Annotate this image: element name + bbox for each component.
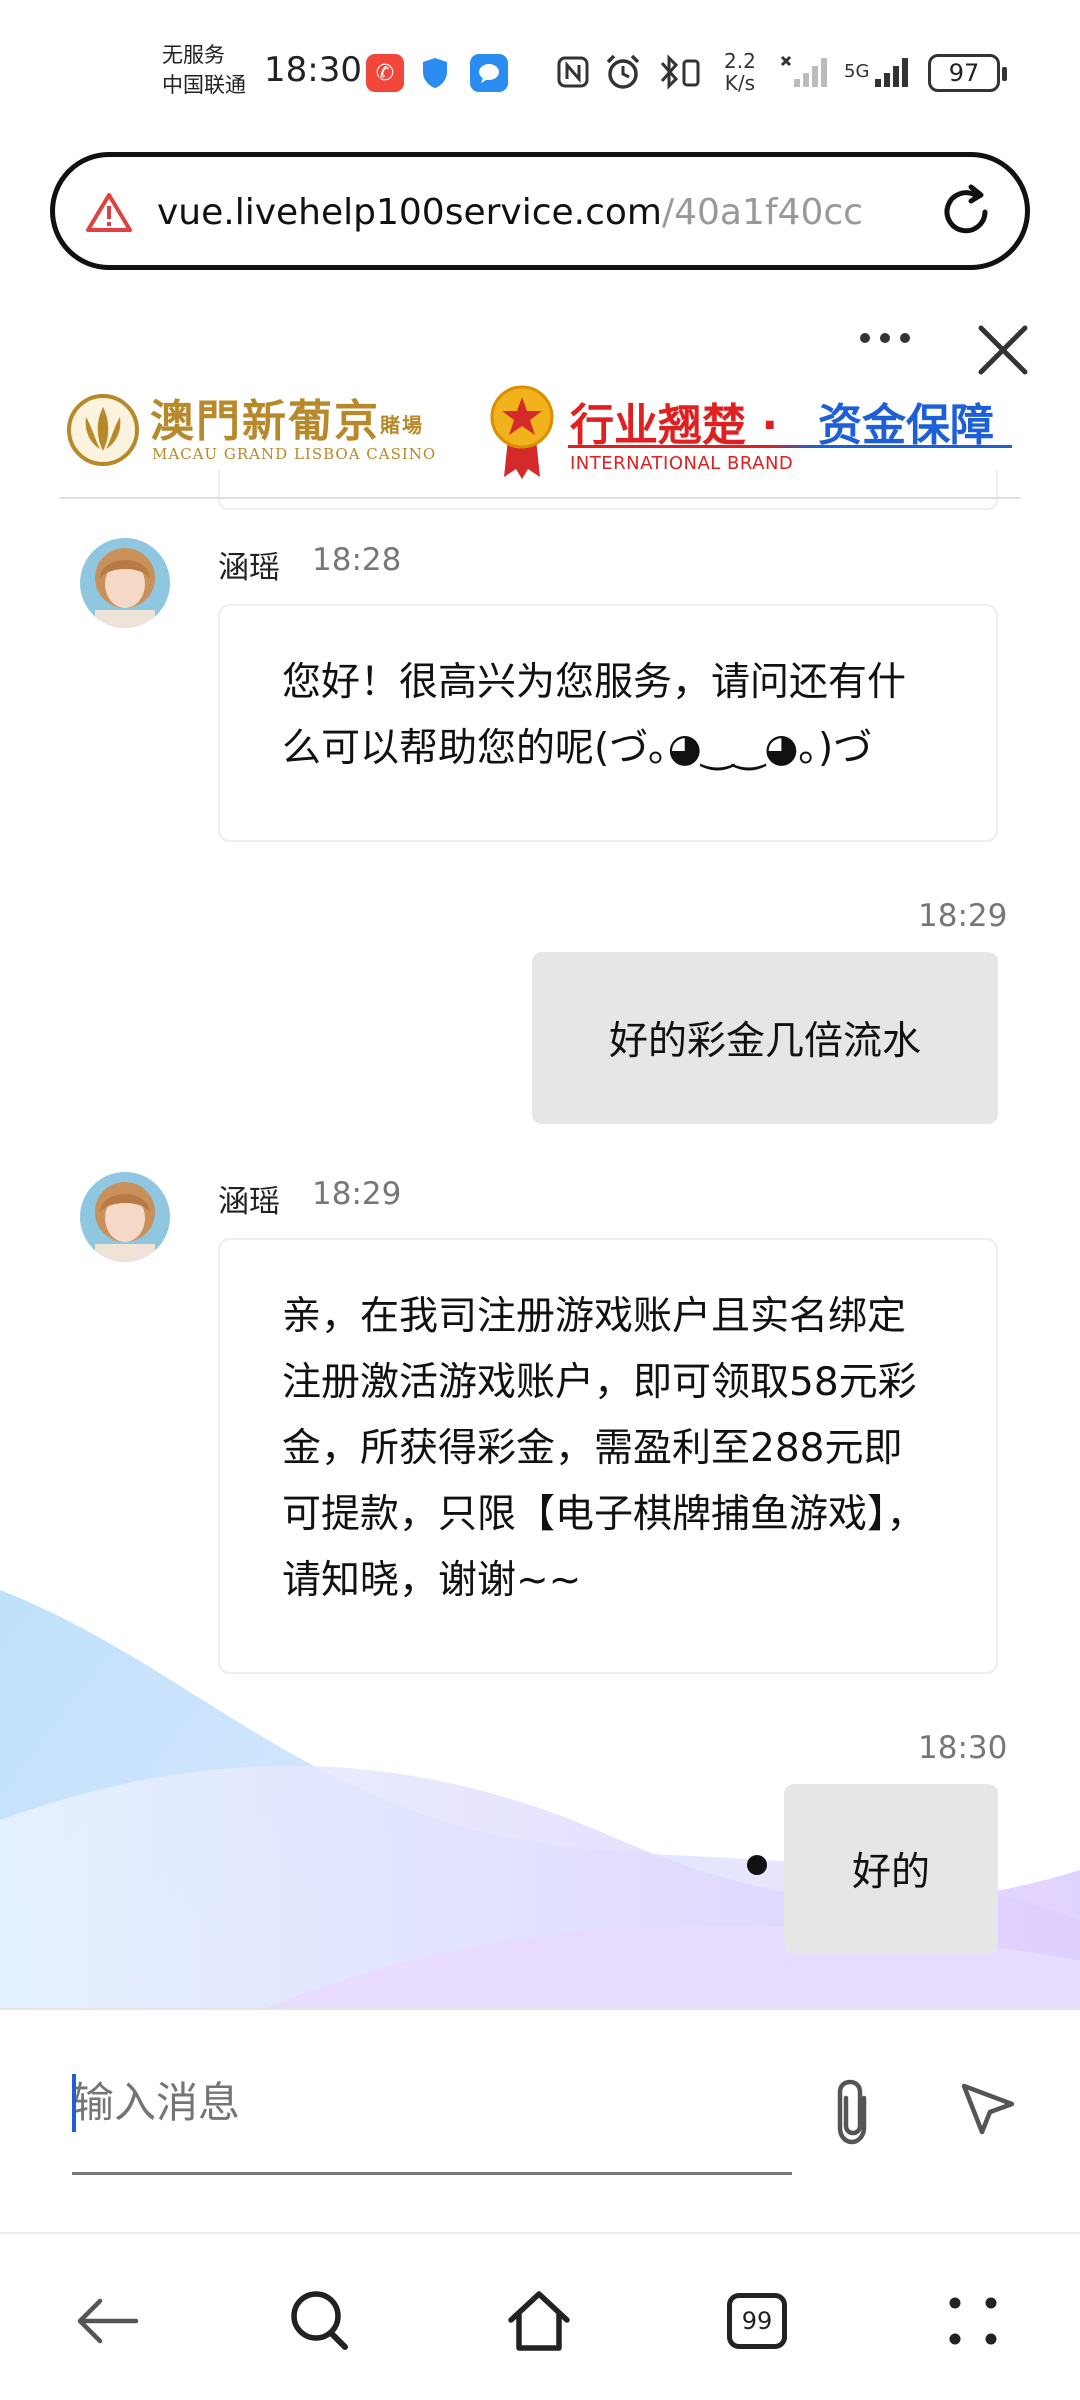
header-divider <box>60 497 1020 499</box>
shield-icon <box>416 54 454 92</box>
alarm-icon <box>604 48 642 96</box>
text-caret <box>72 2074 76 2132</box>
warning-triangle-icon[interactable] <box>85 191 133 237</box>
status-bar: 无服务 中国联通 18:30 ✆ 2.2 K/s 5G 97 <box>0 0 1080 140</box>
net-speed: 2.2 K/s <box>724 48 756 96</box>
url-text[interactable]: vue.livehelp100service.com/40a1f40cc <box>157 193 947 233</box>
carrier-label: 无服务 中国联通 <box>162 40 246 100</box>
net-speed-value: 2.2 <box>724 49 756 73</box>
close-icon[interactable] <box>975 322 1031 382</box>
signal-weak-icon <box>778 48 832 96</box>
carrier-line-1: 无服务 <box>162 43 225 67</box>
paperclip-icon[interactable] <box>830 2076 876 2152</box>
status-time: 18:30 <box>264 50 362 90</box>
brand-name: 澳門新葡京賭場 <box>150 385 424 449</box>
message-text: 您好！很高兴为您服务，请问还有什么可以帮助您的呢(づ｡◕‿‿◕｡)づ <box>282 660 907 771</box>
message-time: 18:29 <box>312 1176 402 1212</box>
message-time: 18:30 <box>918 1730 1008 1766</box>
net-speed-unit: K/s <box>724 71 756 95</box>
agent-avatar[interactable] <box>80 1172 170 1262</box>
sending-indicator <box>747 1855 767 1875</box>
message-time: 18:29 <box>918 898 1008 934</box>
search-icon[interactable] <box>286 2286 356 2356</box>
url-path: /40a1f40cc <box>661 193 863 233</box>
agent-avatar[interactable] <box>80 538 170 628</box>
message-time: 18:28 <box>312 542 402 578</box>
brand-name-en: MACAU GRAND LISBOA CASINO <box>152 445 437 463</box>
network-type: 5G <box>844 61 870 82</box>
incoming-message-bubble: 亲，在我司注册游戏账户且实名绑定注册激活游戏账户，即可领取58元彩金，所获得彩金… <box>218 1238 998 1674</box>
browser-bottom-nav: 99 <box>0 2232 1080 2400</box>
previous-message-edge <box>218 470 998 510</box>
message-composer <box>0 2008 1080 2230</box>
nfc-icon <box>556 48 590 96</box>
tabs-button[interactable]: 99 <box>722 2286 792 2356</box>
address-bar[interactable]: vue.livehelp100service.com/40a1f40cc <box>50 152 1030 270</box>
outgoing-message-bubble: 好的彩金几倍流水 <box>532 952 998 1124</box>
back-arrow-icon[interactable] <box>72 2286 142 2356</box>
send-icon[interactable] <box>958 2080 1018 2142</box>
message-text: 好的彩金几倍流水 <box>608 1019 921 1064</box>
message-text: 好的 <box>851 1850 930 1895</box>
battery-level: 97 <box>948 59 980 87</box>
message-input[interactable] <box>72 2072 792 2132</box>
home-icon[interactable] <box>504 2286 574 2356</box>
tab-count: 99 <box>727 2293 787 2349</box>
missed-call-icon: ✆ <box>366 54 404 92</box>
incoming-message-bubble: 您好！很高兴为您服务，请问还有什么可以帮助您的呢(づ｡◕‿‿◕｡)づ <box>218 604 998 842</box>
carrier-line-2: 中国联通 <box>162 73 246 97</box>
bluetooth-icon <box>656 48 704 96</box>
reload-icon[interactable] <box>935 181 997 247</box>
slogan-red: 行业翘楚 · <box>570 400 779 451</box>
url-host: vue.livehelp100service.com <box>157 193 662 233</box>
message-text: 亲，在我司注册游戏账户且实名绑定注册激活游戏账户，即可领取58元彩金，所获得彩金… <box>282 1294 926 1603</box>
brand-logo <box>66 393 140 471</box>
slogan-underline <box>568 445 1012 448</box>
brand-name-cn: 澳門新葡京 <box>150 396 380 447</box>
more-dots-icon[interactable] <box>858 330 912 350</box>
sender-name: 涵瑶 <box>218 550 280 586</box>
menu-dots-icon[interactable] <box>938 2286 1008 2356</box>
message-app-icon <box>470 54 508 92</box>
battery-indicator: 97 <box>928 54 1007 92</box>
slogan-blue: 资金保障 <box>818 400 994 451</box>
input-underline <box>72 2172 792 2175</box>
sender-name: 涵瑶 <box>218 1184 280 1220</box>
signal-5g-icon: 5G <box>844 48 913 96</box>
outgoing-message-bubble: 好的 <box>784 1784 998 1954</box>
brand-tag: 賭場 <box>380 412 424 437</box>
